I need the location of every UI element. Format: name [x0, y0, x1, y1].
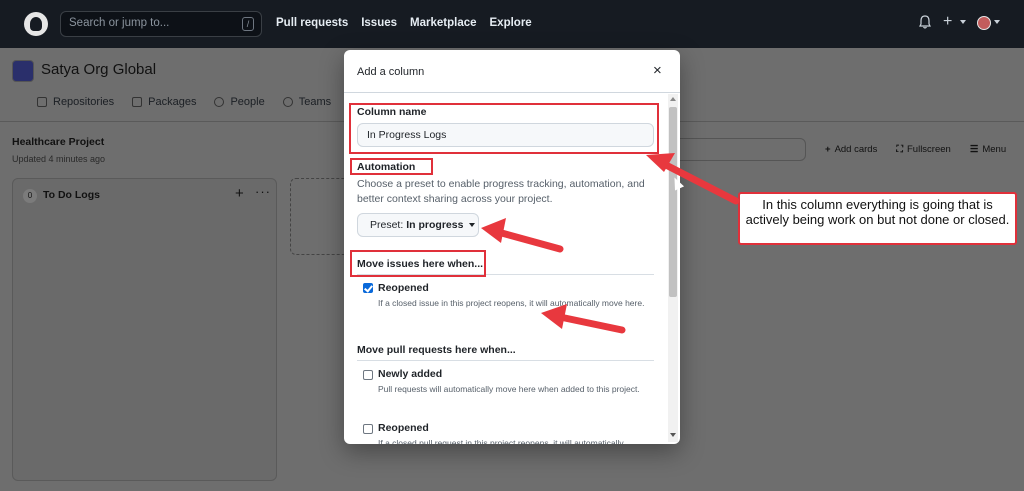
project-updated-time: Updated 4 minutes ago: [12, 154, 106, 164]
org-tabs: Repositories Packages People Teams: [37, 96, 331, 108]
fullscreen-button[interactable]: ⛶ Fullscreen: [896, 144, 950, 155]
repo-icon: [37, 97, 47, 107]
people-icon: [282, 97, 293, 107]
highlight-column-name: [349, 103, 659, 154]
automation-description: Choose a preset to enable progress track…: [357, 178, 645, 205]
nav-pull-requests[interactable]: Pull requests: [276, 17, 348, 29]
divider: [357, 360, 654, 361]
pr-newly-added-description: Pull requests will automatically move he…: [378, 384, 640, 394]
preset-dropdown[interactable]: Preset: In progress: [357, 213, 479, 237]
scrollbar-thumb[interactable]: [669, 107, 677, 297]
scroll-down-arrow-icon[interactable]: [670, 433, 676, 437]
tab-teams[interactable]: Teams: [282, 96, 331, 108]
dialog-title: Add a column: [357, 66, 425, 78]
user-avatar[interactable]: [977, 16, 991, 30]
column-add-card-button[interactable]: +: [235, 185, 244, 202]
preset-prefix: Preset:: [370, 219, 404, 231]
slash-shortcut-badge: /: [242, 17, 254, 31]
pr-reopened-description: If a closed pull request in this project…: [378, 438, 624, 444]
plus-icon: +: [825, 144, 831, 155]
package-icon: [132, 97, 143, 107]
chevron-down-icon: [994, 20, 1000, 24]
nav-explore[interactable]: Explore: [490, 17, 532, 29]
nav-marketplace[interactable]: Marketplace: [410, 17, 476, 29]
pr-reopened-label: Reopened: [378, 422, 429, 434]
issue-reopened-checkbox[interactable]: [363, 283, 373, 293]
dialog-header: Add a column ×: [344, 50, 680, 93]
highlight-move-issues: [350, 250, 486, 277]
pr-newly-added-checkbox[interactable]: [363, 370, 373, 380]
project-column: 0 To Do Logs + ···: [12, 178, 277, 481]
pr-newly-added-label: Newly added: [378, 368, 443, 380]
search-placeholder: Search or jump to...: [69, 17, 170, 29]
annotation-callout: In this column everything is going that …: [738, 192, 1017, 245]
add-column-placeholder[interactable]: [290, 178, 350, 255]
scroll-up-arrow-icon[interactable]: [670, 97, 676, 101]
menu-button[interactable]: ☰ Menu: [970, 144, 1006, 155]
column-card-count: 0: [23, 189, 37, 203]
close-icon[interactable]: ×: [653, 62, 662, 79]
column-more-menu[interactable]: ···: [255, 184, 271, 199]
project-toolbar: + Add cards ⛶ Fullscreen ☰ Menu: [825, 144, 1006, 155]
org-name[interactable]: Satya Org Global: [41, 61, 156, 78]
global-nav: Pull requests Issues Marketplace Explore: [276, 17, 532, 29]
bell-icon[interactable]: [919, 15, 931, 29]
create-new-menu[interactable]: +: [943, 13, 952, 31]
top-navigation-bar: Search or jump to... / Pull requests Iss…: [0, 0, 1024, 48]
github-logo-icon[interactable]: [24, 12, 48, 36]
dialog-scrollbar[interactable]: [668, 94, 678, 442]
pr-reopened-checkbox[interactable]: [363, 424, 373, 434]
hamburger-icon: ☰: [969, 144, 979, 155]
org-avatar: [12, 60, 34, 82]
fullscreen-icon: ⛶: [896, 144, 903, 155]
project-title: Healthcare Project: [12, 136, 105, 148]
tab-people[interactable]: People: [214, 96, 265, 108]
nav-issues[interactable]: Issues: [361, 17, 397, 29]
person-icon: [214, 97, 225, 107]
add-cards-button[interactable]: + Add cards: [825, 144, 877, 155]
column-name: To Do Logs: [43, 189, 100, 201]
tab-packages[interactable]: Packages: [132, 96, 196, 108]
tab-repositories[interactable]: Repositories: [37, 96, 114, 108]
highlight-automation: [350, 158, 433, 175]
search-input[interactable]: Search or jump to... /: [60, 11, 262, 37]
chevron-down-icon: [469, 223, 476, 227]
chevron-down-icon: [960, 20, 966, 24]
preset-value: In progress: [406, 219, 464, 231]
pull-requests-section-heading: Move pull requests here when...: [357, 344, 516, 356]
issue-reopened-label: Reopened: [378, 282, 429, 294]
issue-reopened-description: If a closed issue in this project reopen…: [378, 298, 645, 308]
